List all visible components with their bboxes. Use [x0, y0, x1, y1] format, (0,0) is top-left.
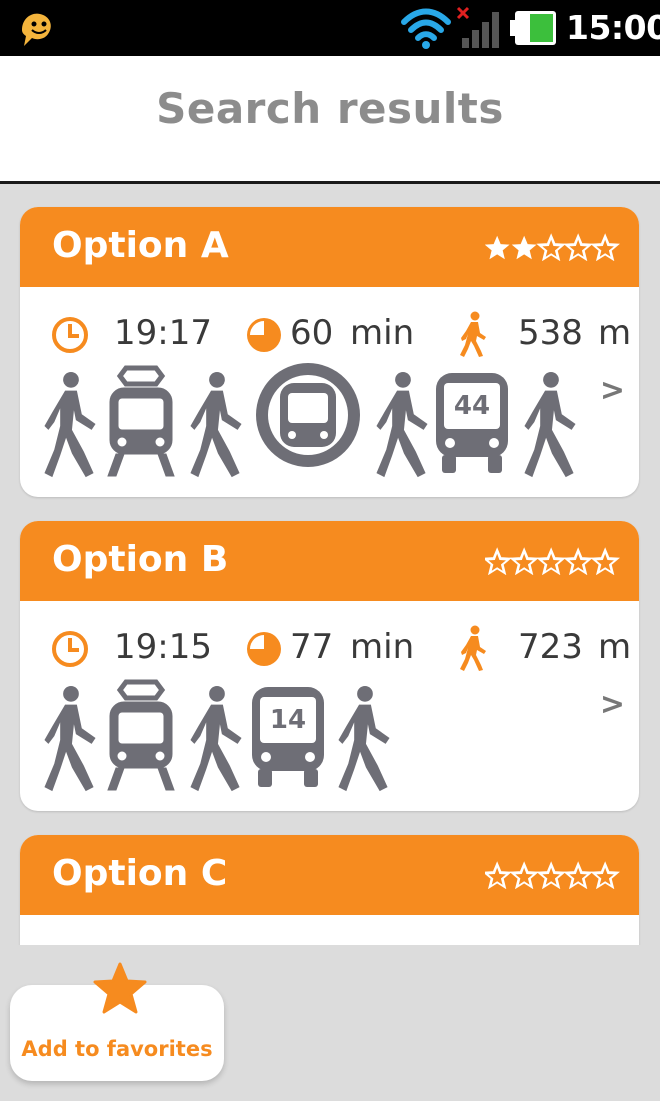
option-card-c[interactable]: Option C [20, 835, 639, 945]
star-outline-icon [510, 862, 538, 889]
walk-distance: 538 [518, 313, 583, 353]
rating-stars[interactable] [485, 233, 621, 261]
star-outline-icon [591, 548, 619, 575]
departure-time: 19:17 [114, 313, 212, 353]
star-outline-icon [485, 862, 511, 889]
option-header: Option B [20, 521, 639, 601]
star-outline-icon [537, 862, 565, 889]
trip-summary: 19:17 60 min 538 m [50, 309, 632, 359]
add-to-favorites-label: Add to favorites [21, 1037, 213, 1061]
star-outline-icon [537, 234, 565, 261]
battery-icon [510, 11, 556, 45]
metro-icon [256, 363, 360, 467]
duration-icon [247, 318, 281, 352]
trip-summary: 19:15 77 min 723 m [50, 623, 632, 673]
star-outline-icon [564, 862, 592, 889]
details-chevron[interactable]: > [600, 373, 625, 408]
star-outline-icon [591, 234, 619, 261]
walk-icon [338, 685, 390, 792]
star-outline-icon [510, 548, 538, 575]
duration-unit: min [350, 627, 415, 667]
star-filled-icon [511, 235, 537, 260]
bus-icon: 44 [436, 371, 508, 475]
option-card-a[interactable]: Option A 19:17 60 min 538 m 44 > [20, 207, 639, 497]
star-icon [93, 962, 147, 1014]
clock-icon [52, 317, 88, 353]
option-card-b[interactable]: Option B 19:15 77 min 723 m 14 > [20, 521, 639, 811]
clock-icon [52, 631, 88, 667]
tram-icon [106, 365, 176, 479]
walking-distance-icon [460, 625, 486, 671]
results-list[interactable]: Option A 19:17 60 min 538 m 44 > Option … [0, 187, 660, 945]
signal-icon [456, 6, 499, 48]
tram-icon [106, 679, 176, 793]
header: Search results [0, 56, 660, 184]
option-header: Option C [20, 835, 639, 915]
duration-unit: min [350, 313, 415, 353]
walk-icon [524, 371, 576, 478]
add-to-favorites-button[interactable]: Add to favorites [10, 962, 224, 1081]
bus-line-number: 14 [269, 705, 307, 735]
option-title: Option A [52, 225, 229, 266]
wifi-icon [401, 8, 451, 49]
walk-icon [190, 371, 242, 478]
star-outline-icon [537, 548, 565, 575]
star-outline-icon [564, 548, 592, 575]
option-title: Option C [52, 853, 228, 894]
route-legs: 44 [38, 363, 598, 485]
status-time: 15:00 [566, 8, 660, 47]
bus-icon: 14 [252, 685, 324, 789]
details-chevron[interactable]: > [600, 687, 625, 722]
walk-unit: m [598, 627, 632, 667]
departure-time: 19:15 [114, 627, 212, 667]
duration-value: 77 [290, 627, 334, 667]
option-header: Option A [20, 207, 639, 287]
duration-value: 60 [290, 313, 334, 353]
walk-icon [44, 371, 96, 478]
star-outline-icon [564, 234, 592, 261]
bus-line-number: 44 [453, 391, 491, 421]
option-body: 19:17 60 min 538 m 44 > [20, 287, 639, 497]
walk-icon [190, 685, 242, 792]
option-title: Option B [52, 539, 229, 580]
option-body [20, 915, 639, 945]
page-title: Search results [156, 84, 504, 133]
app-logo-icon [22, 13, 51, 46]
route-legs: 14 [38, 679, 598, 799]
star-outline-icon [591, 862, 619, 889]
star-outline-icon [485, 548, 511, 575]
walk-unit: m [598, 313, 632, 353]
walk-distance: 723 [518, 627, 583, 667]
status-bar: 15:00 [0, 0, 660, 56]
walk-icon [376, 371, 428, 478]
star-filled-icon [485, 235, 510, 260]
option-body: 19:15 77 min 723 m 14 > [20, 601, 639, 811]
walking-distance-icon [460, 311, 486, 357]
duration-icon [247, 632, 281, 666]
walk-icon [44, 685, 96, 792]
rating-stars[interactable] [485, 861, 621, 889]
rating-stars[interactable] [485, 547, 621, 575]
